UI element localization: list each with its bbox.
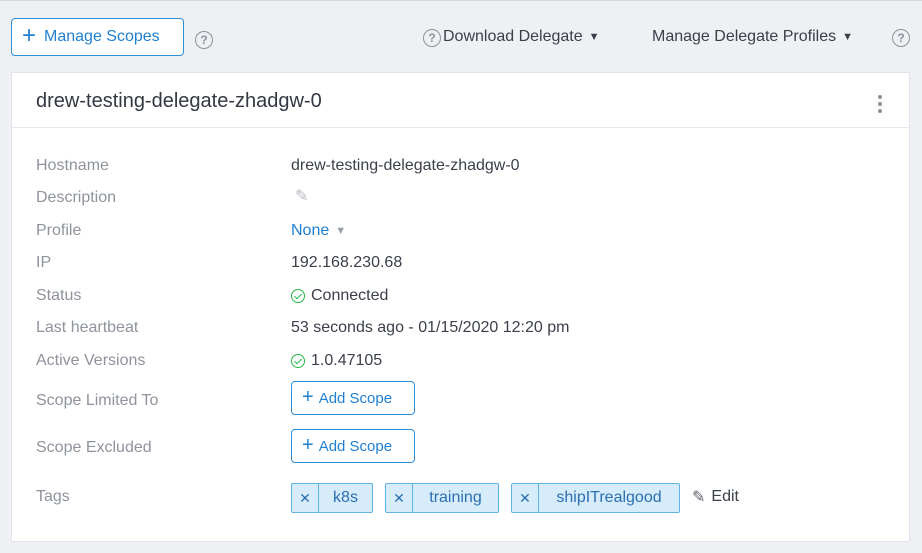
status-value-row: Connected [291, 287, 388, 305]
pencil-icon: ✎ [692, 489, 706, 506]
add-scope-label: Add Scope [318, 437, 393, 455]
caret-down-icon: ▼ [842, 31, 853, 43]
tags-label: Tags [36, 488, 70, 505]
top-toolbar: + Manage Scopes ? ? Download Delegate ▼ … [0, 0, 922, 72]
card-divider [12, 127, 909, 128]
manage-profiles-label: Manage Delegate Profiles [652, 28, 837, 45]
active-versions-label: Active Versions [36, 352, 146, 369]
status-label: Status [36, 287, 82, 304]
delegate-card: drew-testing-delegate-zhadgw-0 Hostname … [11, 72, 910, 542]
active-versions-value: 1.0.47105 [311, 352, 383, 369]
profile-dropdown[interactable]: None ▼ [291, 222, 346, 240]
add-scope-label: Add Scope [318, 389, 393, 407]
check-circle-icon [291, 354, 305, 368]
tag-text: k8s [333, 489, 358, 506]
kebab-menu-icon[interactable] [878, 95, 882, 113]
scope-limited-label: Scope Limited To [36, 392, 159, 409]
hostname-value: drew-testing-delegate-zhadgw-0 [291, 157, 520, 174]
caret-down-icon: ▼ [588, 31, 600, 43]
plus-icon: + [302, 434, 314, 456]
pencil-icon[interactable]: ✎ [295, 186, 308, 206]
plus-icon: + [22, 22, 37, 49]
delegate-name-title: drew-testing-delegate-zhadgw-0 [36, 90, 322, 112]
last-heartbeat-value: 53 seconds ago - 01/15/2020 12:20 pm [291, 319, 570, 336]
manage-scopes-button[interactable]: + Manage Scopes [11, 18, 184, 56]
profile-value[interactable]: None [291, 222, 329, 240]
download-delegate-label: Download Delegate [443, 28, 583, 45]
scope-excluded-label: Scope Excluded [36, 439, 152, 456]
tag-chip: ✕ training [385, 483, 499, 513]
help-icon[interactable]: ? [195, 31, 213, 49]
description-edit[interactable]: ✎ [295, 186, 308, 206]
tag-text: training [429, 489, 482, 506]
caret-down-icon: ▼ [335, 225, 347, 237]
hostname-label: Hostname [36, 157, 109, 174]
close-icon[interactable]: ✕ [292, 484, 319, 512]
status-value: Connected [311, 287, 389, 304]
tag-chip: ✕ k8s [291, 483, 373, 513]
active-versions-row: 1.0.47105 [291, 352, 382, 370]
add-scope-limited-button[interactable]: + Add Scope [291, 381, 415, 415]
last-heartbeat-label: Last heartbeat [36, 319, 139, 336]
download-delegate-dropdown[interactable]: Download Delegate ▼ [443, 28, 600, 46]
close-icon[interactable]: ✕ [512, 484, 539, 512]
manage-scopes-label: Manage Scopes [44, 28, 160, 45]
manage-delegate-profiles-dropdown[interactable]: Manage Delegate Profiles ▼ [652, 28, 853, 46]
ip-label: IP [36, 254, 52, 271]
toolbar-top-border [0, 0, 922, 1]
check-circle-icon [291, 289, 305, 303]
plus-icon: + [302, 386, 314, 408]
tag-text: shipITrealgood [556, 489, 662, 506]
profile-label: Profile [36, 222, 82, 239]
description-label: Description [36, 189, 117, 206]
ip-value: 192.168.230.68 [291, 254, 403, 271]
add-scope-excluded-button[interactable]: + Add Scope [291, 429, 415, 463]
edit-tags-button[interactable]: ✎ Edit [692, 487, 739, 507]
edit-tags-label: Edit [711, 488, 739, 505]
help-icon[interactable]: ? [892, 29, 910, 47]
close-icon[interactable]: ✕ [386, 484, 413, 512]
help-icon[interactable]: ? [423, 29, 441, 47]
tag-chip: ✕ shipITrealgood [511, 483, 680, 513]
